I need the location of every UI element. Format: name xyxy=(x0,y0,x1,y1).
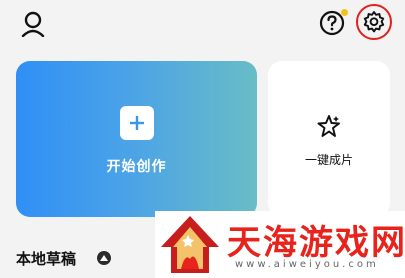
notification-dot xyxy=(341,9,348,16)
caret-up-icon xyxy=(100,255,108,261)
watermark-title: 天海游戏网 xyxy=(227,223,405,263)
start-creating-label: 开始创作 xyxy=(106,159,167,175)
start-creating-card[interactable]: 开始创作 xyxy=(16,61,257,217)
drafts-collapse-button[interactable] xyxy=(97,251,111,265)
one-click-video-label: 一键成片 xyxy=(304,153,353,167)
plus-icon xyxy=(120,106,154,140)
watermark-logo xyxy=(161,216,219,273)
profile-button[interactable] xyxy=(18,9,48,39)
top-bar xyxy=(0,0,405,46)
sparkle-star-icon xyxy=(317,115,340,137)
one-click-video-card[interactable]: 一键成片 xyxy=(268,61,390,217)
site-watermark: 天海游戏网 www.aiweiyou.com xyxy=(155,211,405,278)
highlight-ring xyxy=(356,4,392,40)
local-drafts-title: 本地草稿 xyxy=(16,250,77,268)
settings-button[interactable] xyxy=(356,4,392,40)
watermark-url: www.aiweiyou.com xyxy=(235,259,379,270)
user-icon xyxy=(21,11,45,37)
